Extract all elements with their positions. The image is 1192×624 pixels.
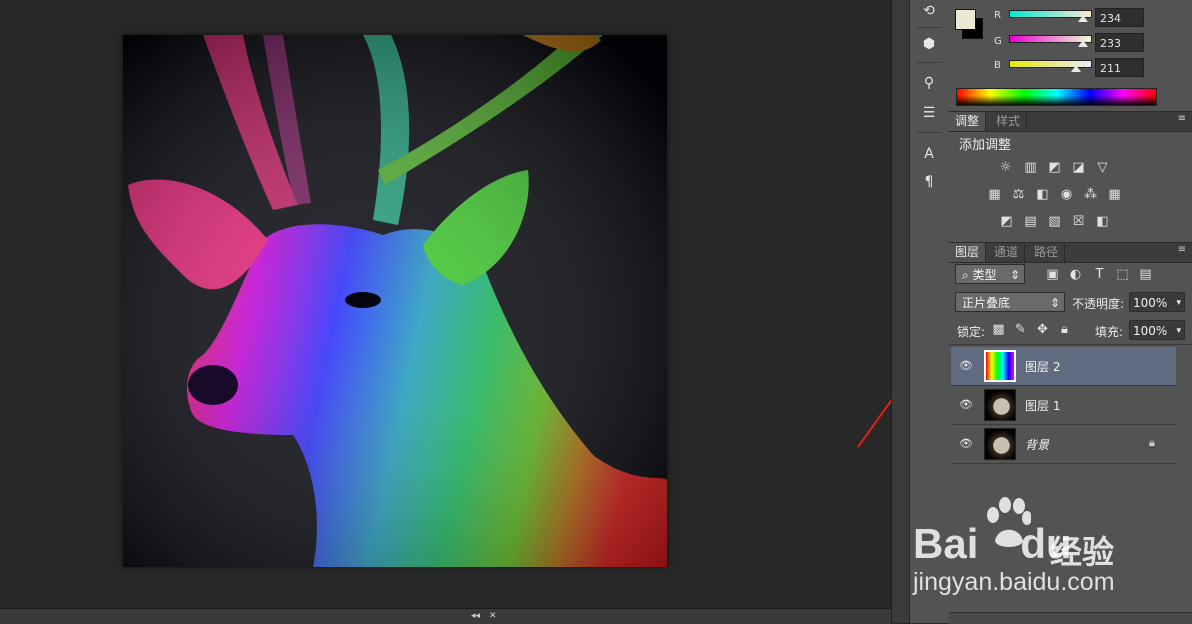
layer-row-layer-2[interactable]: 👁︎ 图层 2 [951, 347, 1176, 386]
tab-paths[interactable]: 路径 [1028, 243, 1066, 262]
brush-presets-icon[interactable]: ⚲ [918, 72, 940, 94]
exposure-icon[interactable]: ◪ [1070, 160, 1087, 175]
layer-name[interactable]: 背景 [1025, 436, 1049, 453]
eye-icon[interactable]: 👁︎ [959, 359, 973, 373]
filter-shape-icon[interactable]: ⬚ [1114, 267, 1131, 282]
adjust-sliders-icon[interactable]: ☰ [918, 102, 940, 124]
fill-field[interactable]: 100% ▾ [1129, 320, 1185, 340]
filter-adjustment-icon[interactable]: ◐ [1067, 267, 1084, 282]
green-slider-thumb[interactable] [1078, 40, 1088, 47]
filter-type-icon[interactable]: T [1091, 267, 1108, 282]
layers-panel-tabs: 图层 通道 路径 ≡ [949, 242, 1192, 263]
gradient-map-icon[interactable]: ◧ [1094, 214, 1111, 229]
filter-pixel-icon[interactable]: ▣ [1044, 267, 1061, 282]
document-status-bar: ◂◂ ✕ [0, 608, 891, 624]
layer-row-background[interactable]: 👁︎ 背景 🔒︎ [951, 425, 1176, 464]
blue-slider-thumb[interactable] [1071, 65, 1081, 72]
brightness-contrast-icon[interactable]: ☼ [997, 160, 1014, 175]
color-lookup-icon[interactable]: ▦ [1106, 187, 1123, 202]
collapse-icon[interactable]: ◂◂ [471, 609, 480, 623]
blend-mode-value: 正片叠底 [962, 296, 1011, 310]
layer-name[interactable]: 图层 1 [1025, 397, 1060, 414]
vibrance-icon[interactable]: ▽ [1094, 160, 1111, 175]
foreground-color-swatch[interactable] [955, 9, 976, 30]
color-spectrum-bar[interactable] [956, 88, 1157, 106]
close-icon[interactable]: ✕ [489, 609, 497, 623]
blend-mode-select[interactable]: 正片叠底 ⇕ [955, 292, 1065, 312]
chevron-down-icon[interactable]: ▾ [1176, 321, 1181, 341]
panel-menu-icon[interactable]: ≡ [1178, 244, 1186, 255]
blue-value-field[interactable]: 211 [1095, 58, 1144, 77]
channel-mixer-icon[interactable]: ⁂ [1082, 187, 1099, 202]
layer-filter-select[interactable]: ⌕ 类型 ⇕ [955, 264, 1025, 284]
opacity-label: 不透明度: [1072, 297, 1125, 311]
selective-color-icon[interactable]: ☒ [1070, 214, 1087, 229]
eye-icon[interactable]: 👁︎ [959, 437, 973, 451]
lock-all-icon[interactable]: 🔒︎ [1056, 322, 1073, 337]
rainbow-deer-image [123, 35, 667, 567]
blue-channel-label: B [994, 60, 1001, 71]
lock-transparent-icon[interactable]: ▩ [990, 322, 1007, 337]
curves-icon[interactable]: ◩ [1046, 160, 1063, 175]
chevron-updown-icon: ⇕ [1009, 268, 1020, 282]
filter-kind-label: 类型 [972, 268, 997, 282]
layer-row-layer-1[interactable]: 👁︎ 图层 1 [951, 386, 1176, 425]
opacity-value: 100% [1133, 296, 1168, 310]
tab-layers[interactable]: 图层 [949, 243, 987, 262]
add-adjustment-heading: 添加调整 [959, 138, 1012, 153]
black-white-icon[interactable]: ◧ [1034, 187, 1051, 202]
color-balance-icon[interactable]: ⚖ [1010, 187, 1027, 202]
red-value-field[interactable]: 234 [1095, 8, 1144, 27]
panel-menu-icon[interactable]: ≡ [1178, 113, 1186, 124]
fill-value: 100% [1133, 324, 1168, 338]
lock-icon: 🔒︎ [1149, 436, 1155, 449]
posterize-icon[interactable]: ▤ [1022, 214, 1039, 229]
layer-thumbnail [984, 350, 1016, 382]
3d-object-icon[interactable]: ⬢ [918, 33, 940, 55]
3d-rotate-icon[interactable]: ⟲ [918, 0, 940, 22]
photo-filter-icon[interactable]: ◉ [1058, 187, 1075, 202]
layers-bottom-toolbar [949, 612, 1192, 624]
paragraph-icon[interactable]: ¶ [918, 171, 940, 193]
red-slider-thumb[interactable] [1078, 15, 1088, 22]
filter-smart-object-icon[interactable]: ▤ [1137, 267, 1154, 282]
red-channel-label: R [994, 10, 1001, 21]
hue-saturation-icon[interactable]: ▦ [986, 187, 1003, 202]
opacity-field[interactable]: 100% ▾ [1129, 292, 1185, 312]
lock-image-icon[interactable]: ✎ [1012, 322, 1029, 337]
levels-icon[interactable]: ▥ [1022, 160, 1039, 175]
tab-channels[interactable]: 通道 [988, 243, 1026, 262]
document-canvas[interactable] [123, 35, 667, 567]
lock-position-icon[interactable]: ✥ [1034, 322, 1051, 337]
layer-thumbnail [984, 389, 1016, 421]
eye-icon[interactable]: 👁︎ [959, 398, 973, 412]
green-channel-label: G [994, 36, 1002, 47]
tab-adjustments[interactable]: 调整 [949, 112, 987, 131]
chevron-down-icon[interactable]: ▾ [1176, 293, 1181, 313]
green-value-field[interactable]: 233 [1095, 33, 1144, 52]
character-icon[interactable]: A [918, 143, 940, 165]
canvas-workspace[interactable] [0, 0, 950, 608]
threshold-icon[interactable]: ▧ [1046, 214, 1063, 229]
baidu-paw-icon [987, 497, 1031, 547]
panel-divider[interactable] [891, 0, 910, 623]
chevron-updown-icon: ⇕ [1049, 296, 1060, 310]
layer-thumbnail [984, 428, 1016, 460]
baidu-brand: Bai [913, 520, 979, 567]
lock-label: 锁定: [957, 325, 986, 339]
baidu-product-name: 经验 [1050, 533, 1115, 571]
fill-label: 填充: [1095, 325, 1124, 339]
adjustments-panel-tabs: 调整 样式 ≡ [949, 111, 1192, 132]
layer-name[interactable]: 图层 2 [1025, 358, 1060, 375]
invert-icon[interactable]: ◩ [998, 214, 1015, 229]
baidu-url: jingyan.baidu.com [913, 568, 1115, 596]
search-icon: ⌕ [962, 268, 973, 282]
tab-styles[interactable]: 样式 [990, 112, 1028, 131]
